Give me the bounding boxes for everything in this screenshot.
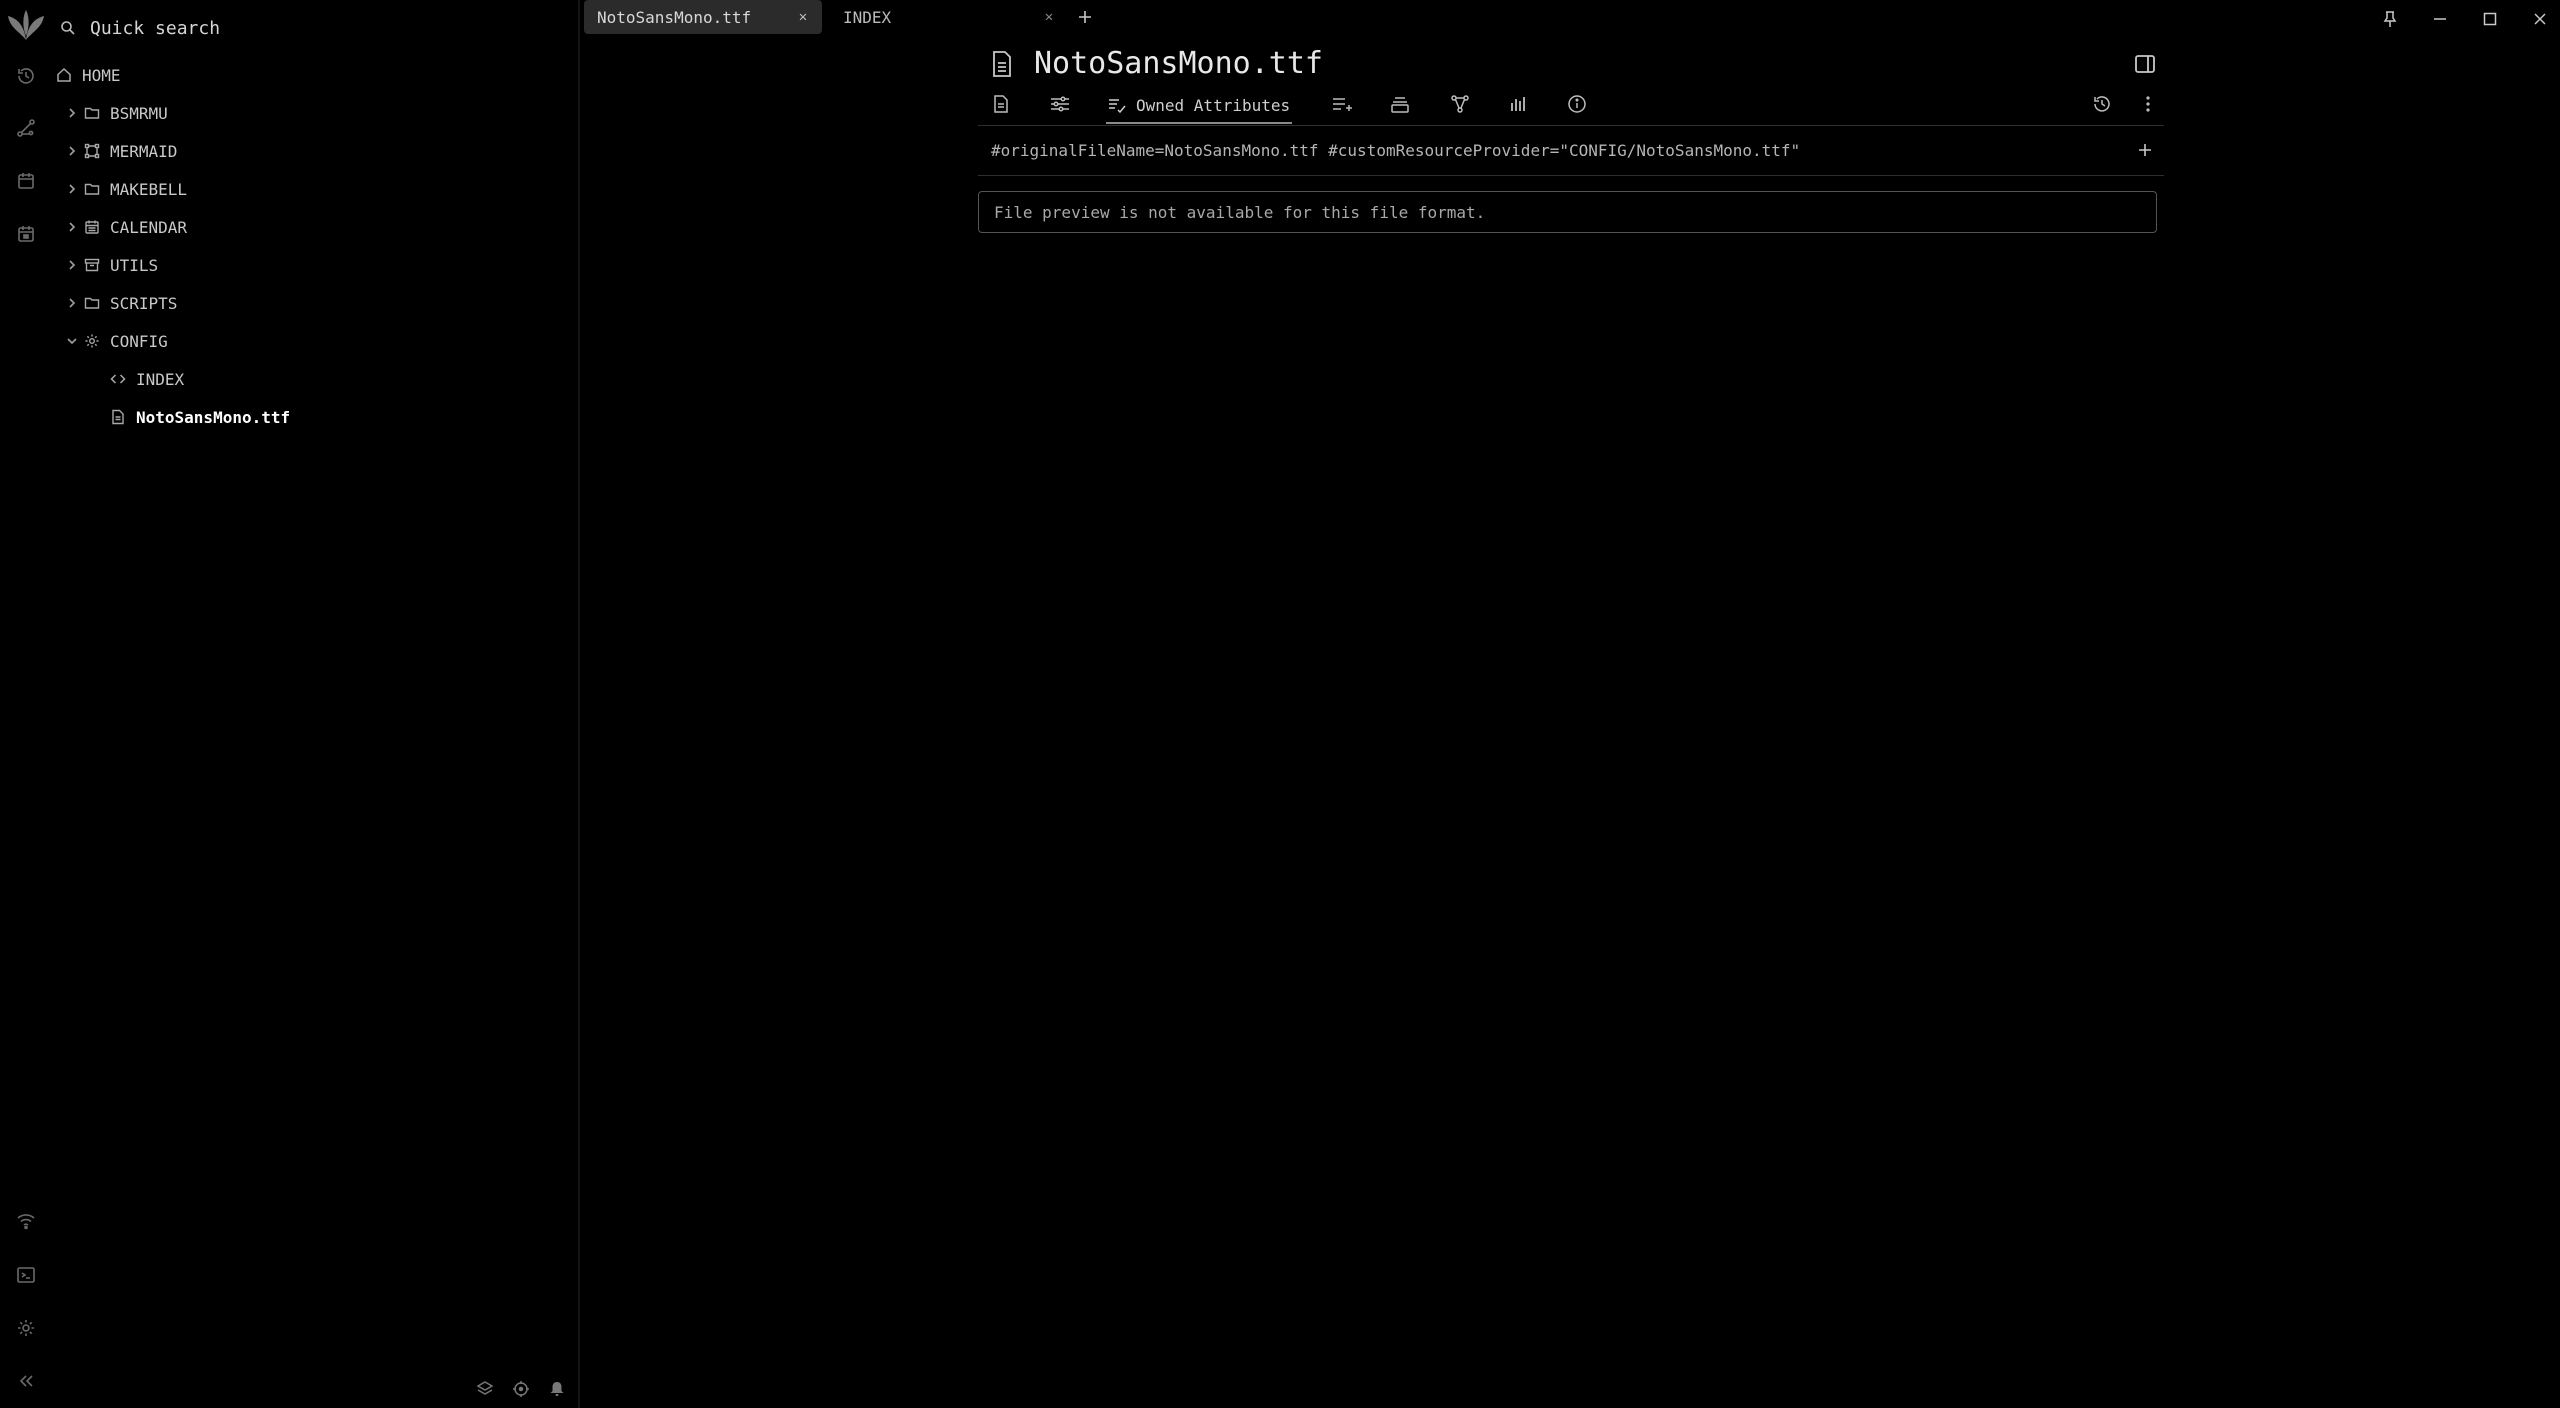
tree-item-label: UTILS [110, 255, 159, 275]
tab-notosansmono[interactable]: NotoSansMono.ttf ✕ [584, 0, 822, 34]
note-title[interactable]: NotoSansMono.ttf [1034, 46, 1323, 81]
folder-icon [82, 179, 102, 199]
app-logo-icon[interactable] [4, 4, 48, 48]
tree-item-mermaid[interactable]: MERMAID [62, 136, 177, 166]
tab-owned-attributes[interactable]: Owned Attributes [1106, 88, 1293, 124]
tree-item-label: HOME [82, 65, 121, 85]
archive-icon [82, 255, 102, 275]
quick-search-input[interactable]: Quick search [90, 18, 220, 39]
close-icon[interactable]: ✕ [1040, 8, 1058, 26]
wifi-icon[interactable] [12, 1207, 40, 1235]
note-info-icon[interactable] [1565, 92, 1589, 116]
tree-item-calendar[interactable]: CALENDAR [62, 212, 187, 242]
folder-icon [82, 103, 102, 123]
tree-item-label: INDEX [136, 369, 185, 389]
terminal-icon[interactable] [12, 1261, 40, 1289]
revisions-history-icon[interactable] [2090, 92, 2114, 116]
chevron-right-icon[interactable] [62, 217, 82, 237]
note-tree-pane: Quick search HOME BSMRMU MERMAID MAKEBEL… [52, 0, 578, 1408]
collapse-sidebar-icon[interactable] [12, 1367, 40, 1395]
bell-icon[interactable] [548, 1380, 566, 1398]
tree-item-label: MERMAID [110, 141, 178, 161]
note-map-icon[interactable] [12, 114, 40, 142]
chevron-down-icon[interactable] [62, 331, 82, 351]
tree-item-label: NotoSansMono.ttf [136, 407, 291, 427]
layers-icon[interactable] [476, 1380, 494, 1398]
tab-label: NotoSansMono.ttf [597, 7, 752, 27]
maximize-icon[interactable] [2477, 6, 2503, 32]
calendar-icon[interactable] [12, 167, 40, 195]
tree-item-bsmrmu[interactable]: BSMRMU [62, 98, 168, 128]
tree-item-index[interactable]: INDEX [108, 364, 184, 394]
tree-item-label: MAKEBELL [110, 179, 188, 199]
close-window-icon[interactable] [2527, 6, 2553, 32]
plus-icon [2139, 144, 2151, 156]
chevron-right-icon[interactable] [62, 103, 82, 123]
diagram-icon [82, 141, 102, 161]
locate-icon[interactable] [512, 1380, 530, 1398]
tree-item-label: CALENDAR [110, 217, 188, 237]
note-paths-icon[interactable] [1388, 92, 1412, 116]
pin-icon[interactable] [2377, 6, 2403, 32]
file-properties-icon[interactable] [989, 92, 1013, 116]
more-menu-icon[interactable] [2136, 92, 2160, 116]
tree-item-config[interactable]: CONFIG [62, 326, 168, 356]
file-preview-message: File preview is not available for this f… [978, 191, 2157, 233]
gear-icon [82, 331, 102, 351]
tab-label: INDEX [843, 7, 892, 27]
tree-item-scripts[interactable]: SCRIPTS [62, 288, 177, 318]
file-icon [108, 407, 128, 427]
calendar-icon [82, 217, 102, 237]
plus-icon [1079, 11, 1091, 23]
launcher-rail [0, 0, 52, 1408]
search-icon [60, 20, 76, 36]
recent-changes-icon[interactable] [12, 62, 40, 90]
owned-attributes-icon [1108, 97, 1126, 113]
folder-icon [82, 293, 102, 313]
owned-attributes-list[interactable]: #originalFileName=NotoSansMono.ttf #cust… [991, 141, 1800, 160]
today-note-icon[interactable] [12, 220, 40, 248]
tree-item-label: CONFIG [110, 331, 168, 351]
tree-item-utils[interactable]: UTILS [62, 250, 158, 280]
new-tab-button[interactable] [1074, 6, 1096, 28]
tree-item-notosansmono[interactable]: NotoSansMono.ttf [108, 402, 290, 432]
tree-item-home[interactable]: HOME [54, 60, 121, 90]
tree-item-label: SCRIPTS [110, 293, 178, 313]
tree-item-label: BSMRMU [110, 103, 168, 123]
basic-properties-icon[interactable] [1048, 92, 1072, 116]
code-icon [108, 369, 128, 389]
tree-item-makebell[interactable]: MAKEBELL [62, 174, 187, 204]
inherited-attributes-icon[interactable] [1330, 92, 1354, 116]
attributes-divider [978, 175, 2164, 176]
pane-separator[interactable] [578, 0, 580, 1408]
tab-index[interactable]: INDEX ✕ [830, 0, 1068, 34]
close-icon[interactable]: ✕ [794, 8, 812, 26]
preview-message-text: File preview is not available for this f… [994, 202, 1486, 222]
chevron-right-icon[interactable] [62, 293, 82, 313]
chevron-right-icon[interactable] [62, 179, 82, 199]
note-type-file-icon[interactable] [990, 50, 1014, 78]
toggle-right-pane-icon[interactable] [2133, 52, 2157, 76]
minimize-icon[interactable] [2427, 6, 2453, 32]
chevron-right-icon[interactable] [62, 255, 82, 275]
similar-notes-chart-icon[interactable] [1506, 92, 1530, 116]
add-attribute-button[interactable] [2134, 139, 2156, 161]
note-map-icon[interactable] [1448, 92, 1472, 116]
ribbon-divider [978, 125, 2164, 126]
settings-icon[interactable] [12, 1314, 40, 1342]
quick-search[interactable]: Quick search [60, 10, 220, 46]
chevron-right-icon[interactable] [62, 141, 82, 161]
home-icon [54, 65, 74, 85]
owned-attributes-label: Owned Attributes [1136, 95, 1291, 115]
left-pane-footer [476, 1380, 566, 1398]
